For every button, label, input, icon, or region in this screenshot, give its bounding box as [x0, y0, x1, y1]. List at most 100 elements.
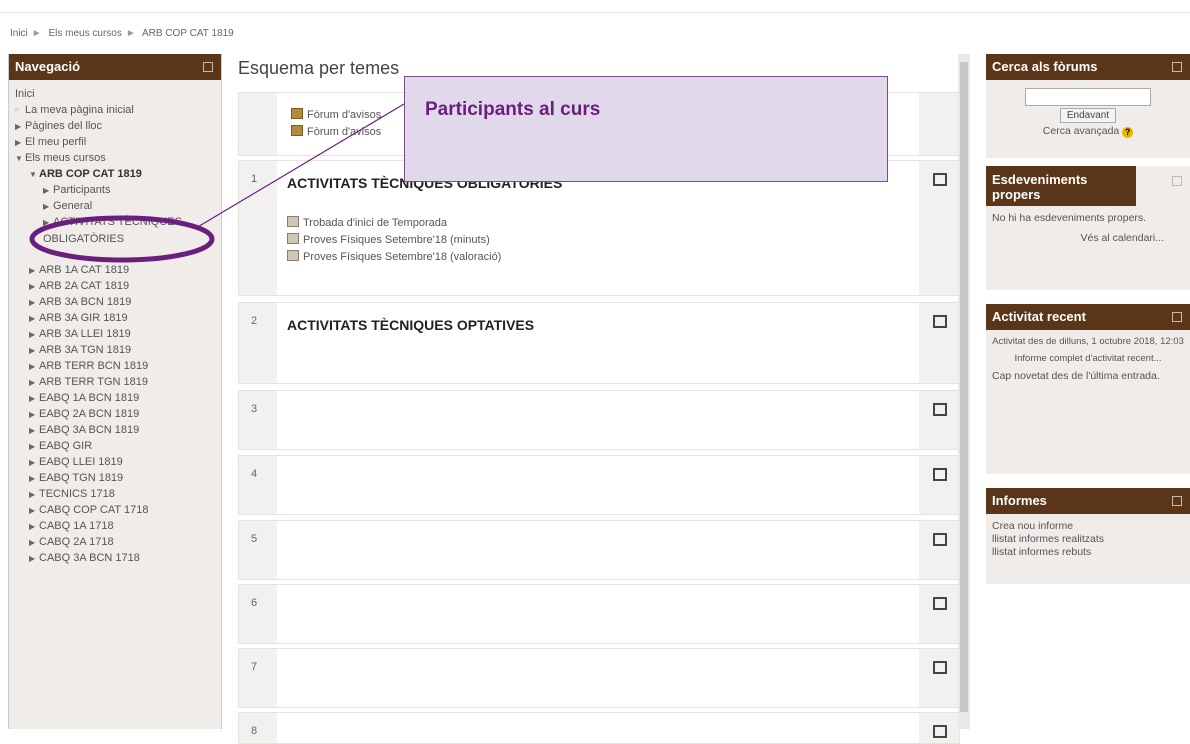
- focus-section-icon[interactable]: [933, 468, 947, 481]
- recent-since-text: Activitat des de dilluns, 1 octubre 2018…: [992, 336, 1184, 347]
- scrollbar-thumb[interactable]: [960, 62, 968, 712]
- activity-link[interactable]: Proves Físiques Setembre'18 (valoració): [287, 249, 501, 266]
- nav-course-item[interactable]: ▶ EABQ GIR: [15, 438, 221, 454]
- focus-section-icon[interactable]: [933, 315, 947, 328]
- callout-box: Participants al curs: [404, 76, 888, 182]
- expand-icon: ▶: [29, 346, 36, 355]
- nav-course-item[interactable]: ▶ CABQ 1A 1718: [15, 518, 221, 534]
- dock-icon[interactable]: [203, 62, 213, 72]
- expand-icon: ▶: [29, 330, 36, 339]
- nav-item-participants[interactable]: ▶ Participants: [15, 182, 221, 198]
- focus-section-icon[interactable]: [933, 661, 947, 674]
- course-section-4: 4: [238, 455, 960, 515]
- dock-icon[interactable]: [1172, 62, 1182, 72]
- nav-course-item[interactable]: ▶ EABQ 3A BCN 1819: [15, 422, 221, 438]
- navigation-block: Navegació Inici ▫ La meva pàgina inicial …: [8, 54, 222, 729]
- nav-course-item[interactable]: ▶ ARB TERR BCN 1819: [15, 358, 221, 374]
- nav-course-item[interactable]: ▶ CABQ 2A 1718: [15, 534, 221, 550]
- upcoming-events-header: Esdeveniments propers: [986, 166, 1136, 206]
- forum-icon: [291, 125, 303, 136]
- create-report-link[interactable]: Crea nou informe: [992, 520, 1184, 533]
- activity-link[interactable]: Proves Físiques Setembre'18 (minuts): [287, 232, 501, 249]
- forum-search-block: Cerca als fòrums Endavant Cerca avançada…: [986, 54, 1190, 158]
- course-section-5: 5: [238, 520, 960, 580]
- recent-activity-block: Activitat recent Activitat des de dillun…: [986, 304, 1190, 474]
- breadcrumb-home[interactable]: Inici: [10, 28, 28, 39]
- page-icon: [287, 233, 299, 244]
- breadcrumb: Inici ► Els meus cursos ► ARB COP CAT 1819: [10, 28, 234, 39]
- calendar-link[interactable]: Vés al calendari...: [992, 232, 1184, 244]
- expand-icon: ▶: [29, 266, 36, 275]
- nav-course-item[interactable]: ▶ ARB TERR TGN 1819: [15, 374, 221, 390]
- nav-course-item[interactable]: ▶ ARB 3A LLEI 1819: [15, 326, 221, 342]
- expand-icon: ▶: [43, 202, 50, 211]
- expand-icon: ▶: [29, 298, 36, 307]
- bullet-icon: ▫: [15, 104, 19, 116]
- dock-icon[interactable]: [1172, 496, 1182, 506]
- top-divider: [0, 12, 1190, 13]
- nav-item-current-course[interactable]: ▼ ARB COP CAT 1819: [15, 166, 221, 182]
- nav-course-item[interactable]: ▶ EABQ 1A BCN 1819: [15, 390, 221, 406]
- nav-course-item[interactable]: ▶ EABQ 2A BCN 1819: [15, 406, 221, 422]
- done-reports-link[interactable]: llistat informes realitzats: [992, 533, 1184, 546]
- full-report-link[interactable]: Informe complet d'activitat recent...: [992, 353, 1184, 364]
- dock-icon[interactable]: [1172, 176, 1182, 186]
- expand-icon: ▶: [29, 538, 36, 547]
- nav-item-mandatory-activities[interactable]: ▶ ACTIVITATS TÈCNIQUES OBLIGATÒRIES: [15, 214, 183, 262]
- nav-item-profile[interactable]: ▶ El meu perfil: [15, 134, 221, 150]
- expand-icon: ▶: [29, 362, 36, 371]
- expand-icon: ▶: [29, 410, 36, 419]
- nav-item-general[interactable]: ▶ General: [15, 198, 221, 214]
- nav-item-my-courses[interactable]: ▼ Els meus cursos: [15, 150, 221, 166]
- no-events-text: No hi ha esdeveniments propers.: [992, 212, 1147, 224]
- collapse-icon: ▼: [15, 154, 23, 163]
- forum-search-header: Cerca als fòrums: [986, 54, 1190, 80]
- recent-activity-header: Activitat recent: [986, 304, 1190, 330]
- nav-course-item[interactable]: ▶ ARB 3A GIR 1819: [15, 310, 221, 326]
- expand-icon: ▶: [29, 282, 36, 291]
- dock-icon[interactable]: [1172, 312, 1182, 322]
- nav-course-item[interactable]: ▶ ARB 3A TGN 1819: [15, 342, 221, 358]
- expand-icon: ▶: [29, 378, 36, 387]
- nav-course-item[interactable]: ▶ ARB 3A BCN 1819: [15, 294, 221, 310]
- nav-course-item[interactable]: ▶ ARB 2A CAT 1819: [15, 278, 221, 294]
- section-number: 1: [251, 173, 258, 185]
- breadcrumb-my-courses[interactable]: Els meus cursos: [48, 28, 121, 39]
- help-icon[interactable]: ?: [1122, 127, 1134, 138]
- page-icon: [287, 250, 299, 261]
- breadcrumb-course[interactable]: ARB COP CAT 1819: [142, 28, 234, 39]
- course-section-6: 6: [238, 584, 960, 644]
- nav-item-dashboard[interactable]: ▫ La meva pàgina inicial: [15, 102, 221, 118]
- focus-section-icon[interactable]: [933, 173, 947, 186]
- section-number: 2: [251, 315, 258, 327]
- section-number: 7: [251, 661, 258, 673]
- nav-item-home[interactable]: Inici: [15, 86, 221, 102]
- upcoming-events-block: Esdeveniments propers No hi ha esdevenim…: [986, 166, 1190, 290]
- expand-icon: ▶: [29, 522, 36, 531]
- page-title: Esquema per temes: [238, 58, 400, 78]
- expand-icon: ▶: [15, 138, 22, 147]
- nav-course-item[interactable]: ▶ ARB 1A CAT 1819: [15, 262, 221, 278]
- advanced-search-link[interactable]: Cerca avançada: [1043, 125, 1119, 137]
- nav-course-item[interactable]: ▶ CABQ 3A BCN 1718: [15, 550, 221, 566]
- nav-course-item[interactable]: ▶ EABQ TGN 1819: [15, 470, 221, 486]
- nav-course-item[interactable]: ▶ EABQ LLEI 1819: [15, 454, 221, 470]
- expand-icon: ▶: [29, 442, 36, 451]
- expand-icon: ▶: [29, 490, 36, 499]
- nav-course-item[interactable]: ▶ TECNICS 1718: [15, 486, 221, 502]
- nav-course-item[interactable]: ▶ CABQ COP CAT 1718: [15, 502, 221, 518]
- scrollbar[interactable]: [958, 54, 970, 729]
- focus-section-icon[interactable]: [933, 597, 947, 610]
- focus-section-icon[interactable]: [933, 403, 947, 416]
- section-number: 6: [251, 597, 258, 609]
- activity-link[interactable]: Trobada d'inici de Temporada: [287, 215, 501, 232]
- callout-text: Participants al curs: [425, 99, 601, 120]
- focus-section-icon[interactable]: [933, 725, 947, 738]
- expand-icon: ▶: [29, 314, 36, 323]
- expand-icon: ▶: [43, 218, 50, 227]
- forum-search-input[interactable]: [1025, 88, 1151, 106]
- forum-search-button[interactable]: Endavant: [1059, 108, 1117, 123]
- nav-item-site-pages[interactable]: ▶ Pàgines del lloc: [15, 118, 221, 134]
- focus-section-icon[interactable]: [933, 533, 947, 546]
- received-reports-link[interactable]: llistat informes rebuts: [992, 546, 1184, 559]
